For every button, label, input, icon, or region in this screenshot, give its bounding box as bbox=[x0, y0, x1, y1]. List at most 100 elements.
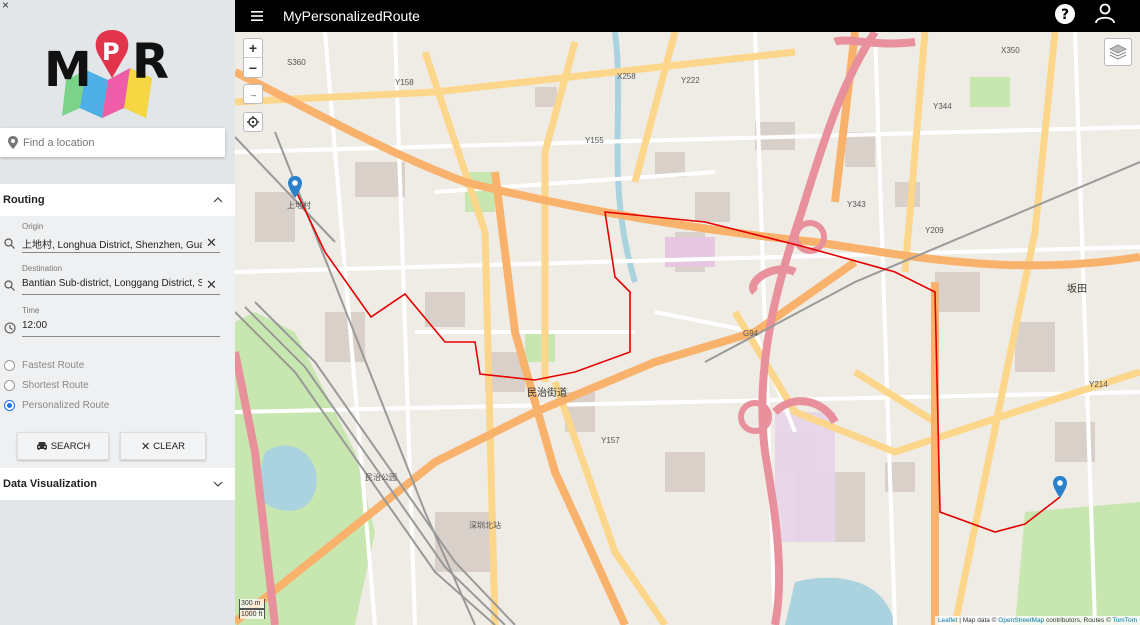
chevron-down-icon bbox=[213, 481, 223, 487]
personalized-route-option[interactable]: Personalized Route bbox=[4, 400, 109, 411]
building-blocks bbox=[255, 87, 1095, 572]
road-label: Y209 bbox=[925, 226, 944, 235]
map-attribution: Leaflet | Map data © OpenStreetMap contr… bbox=[935, 616, 1140, 625]
app-title: MyPersonalizedRoute bbox=[283, 8, 420, 24]
water-body bbox=[785, 578, 895, 625]
road-label: Y158 bbox=[395, 78, 414, 87]
leaflet-link[interactable]: Leaflet bbox=[938, 617, 958, 624]
search-button[interactable]: SEARCH bbox=[17, 432, 109, 460]
clear-destination-icon[interactable]: ✕ bbox=[206, 277, 217, 293]
origin-input[interactable]: 上地村, Longhua District, Shenzhen, Gua bbox=[22, 236, 202, 251]
destination-underline bbox=[22, 294, 220, 295]
destination-pin-icon bbox=[1053, 476, 1067, 498]
svg-text:?: ? bbox=[1061, 7, 1069, 23]
osm-link[interactable]: OpenStreetMap bbox=[998, 617, 1044, 624]
road-label: Y214 bbox=[1089, 380, 1108, 389]
search-button-label: SEARCH bbox=[51, 441, 91, 452]
location-search-box[interactable] bbox=[0, 128, 225, 157]
close-icon: ✕ bbox=[141, 440, 150, 453]
personalized-route-label: Personalized Route bbox=[22, 400, 109, 411]
route-arrow-button[interactable]: → bbox=[243, 84, 263, 104]
zoom-out-button[interactable]: − bbox=[244, 58, 262, 77]
road-label: Y344 bbox=[933, 102, 952, 111]
radio-button[interactable] bbox=[4, 380, 15, 391]
fastest-route-label: Fastest Route bbox=[22, 360, 84, 371]
clear-button[interactable]: ✕ CLEAR bbox=[120, 432, 206, 460]
park-area bbox=[970, 77, 1010, 107]
attribution-text: contributors, Routes © bbox=[1044, 617, 1112, 624]
search-icon bbox=[4, 280, 15, 291]
zoom-control: + − bbox=[243, 38, 263, 78]
origin-label: Origin bbox=[22, 222, 43, 231]
crosshair-icon bbox=[247, 116, 259, 128]
map-label: 民治街道 bbox=[527, 384, 567, 399]
park-area bbox=[525, 332, 555, 362]
clear-origin-icon[interactable]: ✕ bbox=[206, 235, 217, 251]
scale-metric: 300 m bbox=[239, 599, 265, 609]
road-label: G94 bbox=[743, 329, 758, 338]
clear-button-label: CLEAR bbox=[153, 441, 185, 452]
destination-field[interactable]: Destination Bantian Sub-district, Longga… bbox=[0, 264, 235, 300]
time-label: Time bbox=[22, 306, 39, 315]
data-visualization-header-label: Data Visualization bbox=[3, 478, 97, 490]
road-label: Y157 bbox=[601, 436, 620, 445]
radio-button-selected[interactable] bbox=[4, 400, 15, 411]
locate-button[interactable] bbox=[243, 112, 263, 132]
road-label: Y343 bbox=[847, 200, 866, 209]
time-field[interactable]: Time 12:00 bbox=[0, 306, 235, 342]
routing-panel: Origin 上地村, Longhua District, Shenzhen, … bbox=[0, 216, 235, 468]
svg-text:P: P bbox=[102, 38, 120, 66]
car-icon bbox=[36, 441, 48, 451]
road-label: X258 bbox=[617, 72, 636, 81]
location-pin-icon bbox=[8, 136, 18, 149]
close-sidebar-icon[interactable]: × bbox=[2, 0, 9, 12]
shortest-route-label: Shortest Route bbox=[22, 380, 89, 391]
mpr-logo: M P R bbox=[42, 22, 182, 122]
location-search-input[interactable] bbox=[23, 137, 213, 149]
layers-button[interactable] bbox=[1104, 38, 1132, 66]
chevron-up-icon bbox=[213, 197, 223, 203]
attribution-text: | Map data © bbox=[957, 617, 998, 624]
routing-header-label: Routing bbox=[3, 194, 45, 206]
help-icon[interactable]: ? bbox=[1054, 3, 1076, 25]
industrial-area bbox=[775, 412, 835, 542]
map-label: 上地村 bbox=[287, 200, 311, 211]
origin-underline bbox=[22, 252, 220, 253]
arrow-right-icon: → bbox=[249, 89, 258, 99]
road-label: Y155 bbox=[585, 136, 604, 145]
scale-imperial: 1000 ft bbox=[239, 609, 265, 619]
tomtom-link[interactable]: TomTom bbox=[1112, 617, 1137, 624]
user-account-icon[interactable] bbox=[1094, 2, 1116, 24]
fastest-route-option[interactable]: Fastest Route bbox=[4, 360, 84, 371]
radio-button[interactable] bbox=[4, 360, 15, 371]
svg-text:M: M bbox=[44, 42, 92, 98]
app-root: × M P R Routing Origin 上地村, Longhua Dist… bbox=[0, 0, 1140, 625]
road-label: S360 bbox=[287, 58, 306, 67]
data-visualization-section-header[interactable]: Data Visualization bbox=[0, 468, 235, 500]
destination-label: Destination bbox=[22, 264, 62, 273]
menu-icon[interactable] bbox=[251, 11, 263, 21]
map-label: 坂田 bbox=[1067, 280, 1087, 295]
clock-icon bbox=[4, 322, 16, 334]
svg-text:R: R bbox=[132, 34, 169, 90]
map-view[interactable]: 上地村 民治街道 坂田 民治公园 深圳北站 S360 Y158 X258 Y22… bbox=[235, 32, 1140, 625]
origin-field[interactable]: Origin 上地村, Longhua District, Shenzhen, … bbox=[0, 222, 235, 258]
road-label: Y222 bbox=[681, 76, 700, 85]
sidebar: × M P R Routing Origin 上地村, Longhua Dist… bbox=[0, 0, 235, 625]
time-input[interactable]: 12:00 bbox=[22, 320, 202, 331]
routing-section-header[interactable]: Routing bbox=[0, 184, 235, 216]
map-tiles[interactable] bbox=[235, 32, 1140, 625]
building-block bbox=[665, 237, 715, 267]
map-label: 深圳北站 bbox=[469, 520, 501, 531]
shortest-route-option[interactable]: Shortest Route bbox=[4, 380, 89, 391]
park-area bbox=[1015, 502, 1140, 625]
road-label: X350 bbox=[1001, 46, 1020, 55]
map-label: 民治公园 bbox=[365, 472, 397, 483]
layers-icon bbox=[1109, 44, 1127, 60]
time-underline bbox=[22, 336, 220, 337]
destination-input[interactable]: Bantian Sub-district, Longgang District,… bbox=[22, 278, 202, 289]
map-scale: 300 m 1000 ft bbox=[239, 599, 265, 619]
search-icon bbox=[4, 238, 15, 249]
top-app-bar: MyPersonalizedRoute ? bbox=[235, 0, 1140, 32]
zoom-in-button[interactable]: + bbox=[244, 39, 262, 58]
